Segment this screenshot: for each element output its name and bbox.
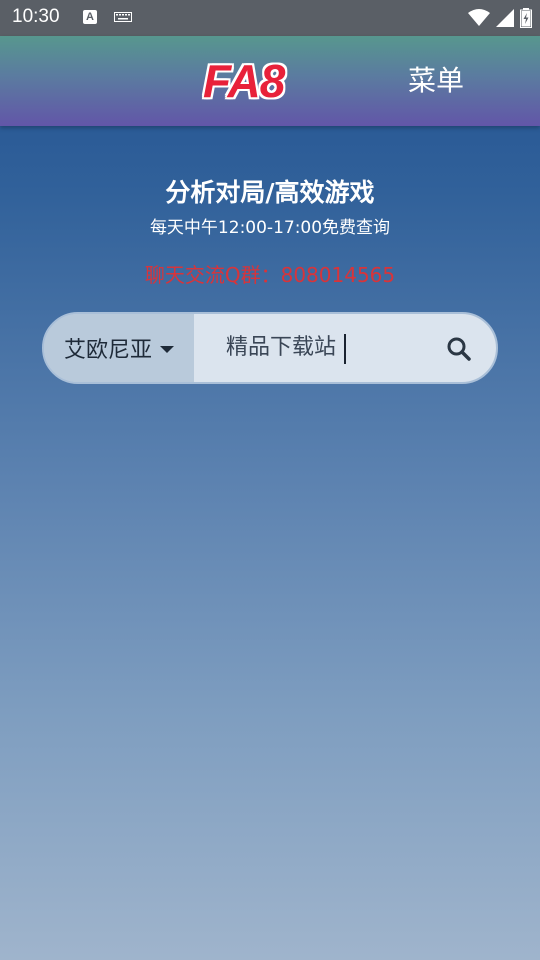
accessibility-a-icon: A bbox=[83, 10, 97, 24]
keyboard-icon bbox=[114, 12, 132, 22]
signal-icon bbox=[496, 9, 514, 27]
status-icons bbox=[468, 6, 532, 30]
search-bar: 艾欧尼亚 bbox=[42, 312, 498, 384]
caret-down-icon bbox=[160, 345, 175, 353]
search-field bbox=[194, 314, 496, 382]
battery-charging-icon bbox=[520, 8, 532, 28]
search-input[interactable] bbox=[226, 332, 426, 364]
fa8-logo[interactable]: FA8 bbox=[203, 56, 285, 106]
text-cursor bbox=[344, 334, 346, 364]
region-selected-label: 艾欧尼亚 bbox=[64, 338, 153, 363]
page-headline: 分析对局/高效游戏 bbox=[165, 178, 375, 207]
search-icon[interactable] bbox=[446, 336, 472, 362]
wifi-icon bbox=[468, 9, 490, 26]
status-time: 10:30 bbox=[12, 6, 60, 27]
status-bar: 10:30 A bbox=[0, 0, 540, 36]
qq-group-text: 聊天交流Q群：808014565 bbox=[144, 263, 396, 287]
app-header: FA8 菜单 bbox=[0, 36, 540, 126]
region-dropdown[interactable]: 艾欧尼亚 bbox=[44, 314, 194, 382]
free-query-hours: 每天中午12:00-17:00免费查询 bbox=[149, 218, 391, 238]
menu-button[interactable]: 菜单 bbox=[408, 63, 464, 99]
